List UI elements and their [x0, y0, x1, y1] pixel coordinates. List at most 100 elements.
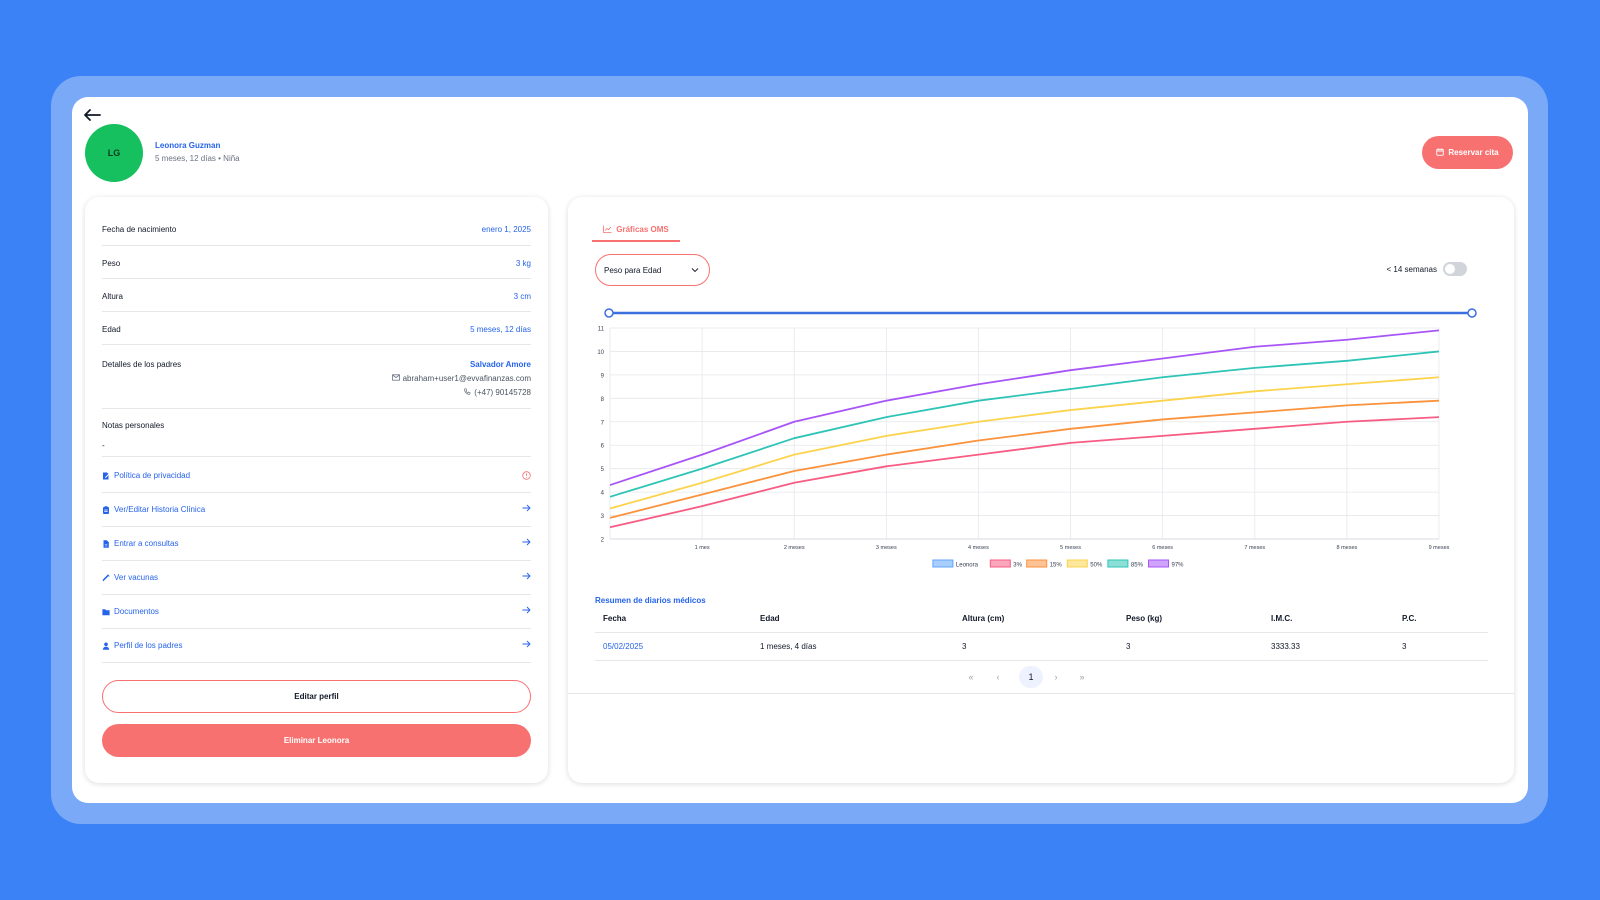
table-cell: 3333.33: [1271, 642, 1300, 651]
detail-label: Peso: [102, 259, 121, 268]
charts-panel: Gráficas OMS Peso para Edad < 14 semanas…: [568, 197, 1514, 783]
x-tick-label: 2 meses: [784, 545, 805, 551]
phone-icon: [464, 388, 471, 397]
y-tick-label: 6: [601, 444, 605, 450]
x-tick-label: 4 meses: [968, 545, 989, 551]
column-header: Peso (kg): [1126, 614, 1163, 623]
clipboard-icon: [102, 505, 110, 514]
arrow-right-icon: [522, 504, 531, 515]
parent-name[interactable]: Salvador Amore: [470, 360, 531, 369]
column-header: Edad: [760, 614, 780, 623]
syringe-icon: [102, 573, 110, 582]
x-tick-label: 1 mes: [695, 545, 710, 551]
table-cell: 3: [962, 642, 967, 651]
growth-chart: 2 3 4 5 6 7 8 9 10 11 1 mes 2 meses 3 meses 4 meses 5 …: [597, 308, 1477, 569]
table-cell-date[interactable]: 05/02/2025: [595, 642, 760, 651]
detail-value: 3 cm: [513, 292, 531, 301]
nav-consultations[interactable]: Entrar a consultas: [102, 527, 531, 561]
mail-icon: [391, 374, 400, 383]
nav-label: Ver vacunas: [114, 573, 159, 582]
detail-label: Fecha de nacimiento: [102, 225, 177, 234]
detail-value: enero 1, 2025: [481, 225, 531, 234]
edit-profile-button[interactable]: Editar perfil: [102, 680, 531, 713]
nav-privacy-policy[interactable]: Política de privacidad: [102, 459, 531, 493]
reserve-appointment-button[interactable]: Reservar cita: [1422, 136, 1513, 169]
y-tick-label: 2: [601, 538, 605, 544]
series-line: [609, 399, 1440, 519]
x-tick-label: 6 meses: [1152, 545, 1173, 551]
x-tick-label: 3 meses: [876, 545, 897, 551]
arrow-right-icon: [522, 572, 531, 583]
patient-info: 5 meses, 12 días • Niña: [155, 154, 240, 163]
notes-label: Notas personales: [102, 421, 165, 430]
x-tick-label: 7 meses: [1244, 545, 1265, 551]
legend-label: 85%: [1131, 563, 1144, 569]
nav-label: Ver/Editar Historia Clínica: [114, 505, 206, 514]
legend-swatch: [1026, 559, 1048, 568]
arrow-left-icon[interactable]: [82, 107, 102, 123]
file-icon: [102, 539, 110, 548]
patient-name[interactable]: Leonora Guzman: [155, 141, 220, 150]
range-slider-handle[interactable]: [604, 308, 614, 318]
nav-label: Política de privacidad: [114, 471, 191, 480]
prev-page-button[interactable]: ‹: [991, 666, 1005, 688]
y-tick-label: 8: [601, 397, 605, 403]
x-tick-label: 5 meses: [1060, 545, 1081, 551]
detail-row-birthdate: Fecha de nacimiento enero 1, 2025: [102, 225, 531, 246]
parent-email: abraham+user1@evvafinanzas.com: [402, 374, 531, 383]
records-title: Resumen de diarios médicos: [595, 596, 706, 605]
delete-patient-button[interactable]: Eliminar Leonora: [102, 724, 531, 757]
legend-swatch: [1107, 559, 1129, 568]
nav-medical-history[interactable]: Ver/Editar Historia Clínica: [102, 493, 531, 527]
arrow-right-icon: [522, 606, 531, 617]
parent-phone-row: (+47) 90145728: [464, 388, 531, 397]
first-page-button[interactable]: «: [964, 666, 978, 688]
y-tick-label: 10: [597, 350, 604, 356]
parents-label: Detalles de los padres: [102, 360, 182, 369]
detail-value: 5 meses, 12 días: [470, 325, 531, 334]
detail-row-height: Altura 3 cm: [102, 292, 531, 312]
alert-circle-icon: [522, 467, 531, 485]
nav-parents-profile[interactable]: Perfil de los padres: [102, 629, 531, 663]
arrow-right-icon: [522, 538, 531, 549]
parent-phone: (+47) 90145728: [474, 388, 531, 397]
detail-row-weight: Peso 3 kg: [102, 259, 531, 279]
current-page-button[interactable]: 1: [1019, 666, 1043, 688]
next-page-button[interactable]: ›: [1049, 666, 1063, 688]
notes-value: -: [102, 441, 105, 450]
arrow-right-icon: [522, 640, 531, 651]
table-row[interactable]: 05/02/2025 1 meses, 4 días 3 3 3333.33 3: [595, 633, 1488, 661]
nav-label: Entrar a consultas: [114, 539, 179, 548]
legend-swatch: [932, 559, 954, 568]
parent-email-row: abraham+user1@evvafinanzas.com: [391, 374, 531, 383]
document-edit-icon: [102, 472, 110, 480]
nav-vaccines[interactable]: Ver vacunas: [102, 561, 531, 595]
legend-label: Leonora: [956, 563, 979, 569]
detail-value: 3 kg: [515, 259, 531, 268]
detail-label: Edad: [102, 325, 121, 334]
folder-icon: [102, 608, 110, 616]
legend-label: 15%: [1050, 563, 1063, 569]
detail-label: Altura: [102, 292, 123, 301]
pagination: « ‹ 1 › »: [568, 662, 1514, 694]
legend-swatch: [1066, 559, 1088, 568]
column-header: Fecha: [603, 614, 627, 623]
table-header: Fecha Edad Altura (cm) Peso (kg) I.M.C. …: [595, 605, 1488, 633]
last-page-button[interactable]: »: [1075, 666, 1089, 688]
y-tick-label: 7: [601, 420, 605, 426]
x-tick-label: 9 meses: [1429, 545, 1450, 551]
calendar-icon: [1436, 147, 1445, 158]
y-tick-label: 9: [601, 373, 605, 379]
records-table: Fecha Edad Altura (cm) Peso (kg) I.M.C. …: [595, 605, 1488, 661]
user-icon: [102, 642, 110, 650]
y-tick-label: 3: [601, 514, 605, 520]
legend-swatch: [989, 559, 1011, 568]
column-header: P.C.: [1402, 614, 1417, 623]
patient-details-panel: Fecha de nacimiento enero 1, 2025 Peso 3…: [85, 197, 548, 783]
range-slider-handle[interactable]: [1467, 308, 1477, 318]
nav-documents[interactable]: Documentos: [102, 595, 531, 629]
nav-label: Perfil de los padres: [114, 641, 183, 650]
detail-row-parents: Detalles de los padres Salvador Amore ab…: [102, 360, 531, 409]
column-header: Altura (cm): [962, 614, 1005, 623]
legend-label: 97%: [1172, 563, 1185, 569]
